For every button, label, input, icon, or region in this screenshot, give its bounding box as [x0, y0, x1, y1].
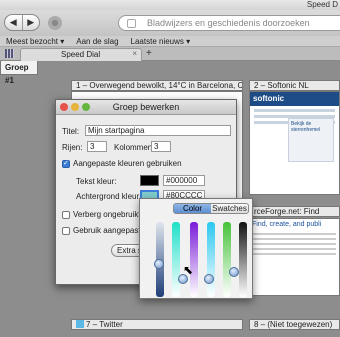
use-custom-checkbox[interactable] — [62, 227, 70, 235]
dial-8-label: 8 – (Niet toegewezen) — [254, 320, 333, 329]
hide-unused-checkbox[interactable] — [62, 211, 70, 219]
green-knob[interactable] — [229, 267, 239, 277]
use-custom-label: Gebruik aangepaste — [73, 226, 146, 235]
blue-slider[interactable] — [207, 222, 215, 297]
dial-7-label: 7 – Twitter — [86, 320, 123, 329]
window-title: Speed D — [306, 0, 338, 9]
dial-2-thumbnail[interactable]: softonic Bekijk de sterrenhemel — [249, 91, 340, 195]
rows-input[interactable]: 3 — [87, 141, 107, 152]
group-tab[interactable]: Groep #1 — [0, 61, 38, 85]
browser-toolbar: ◀ ▶ Bladwijzers en geschiedenis doorzoek… — [0, 10, 340, 36]
custom-colors-checkbox[interactable] — [62, 159, 70, 168]
columns-input[interactable]: 3 — [151, 141, 171, 152]
green-slider[interactable] — [223, 222, 231, 297]
title-label: Titel: — [62, 127, 80, 136]
dial-1-title[interactable]: 1 – Overwegend bewolkt, 14°C in Barcelon… — [71, 80, 243, 91]
tab-label: Speed Dial — [61, 50, 101, 59]
title-input[interactable]: Mijn startpagina — [85, 125, 231, 136]
sourceforge-text: Find, create, and publi — [252, 221, 322, 228]
twitter-icon — [76, 320, 84, 328]
tab-bar: Speed Dial × + — [0, 47, 340, 61]
gray-slider[interactable] — [239, 222, 247, 297]
color-picker-tabs: Color Swatches — [173, 203, 249, 214]
gear-icon[interactable] — [48, 16, 62, 30]
minimize-icon[interactable] — [71, 103, 79, 111]
tab-speed-dial[interactable]: Speed Dial × — [20, 48, 142, 61]
nav-buttons: ◀ ▶ — [4, 14, 40, 31]
page-icon — [127, 19, 136, 28]
text-color-label: Tekst kleur: — [76, 177, 117, 186]
text-color-swatch[interactable] — [140, 175, 159, 186]
dial-3-title[interactable]: rceForge.net: Find — [249, 206, 340, 217]
columns-label: Kolommen — [114, 143, 153, 152]
blue-knob[interactable] — [204, 274, 214, 284]
softonic-logo: softonic — [250, 92, 339, 106]
bookmarks-bar: Meest bezocht ▾ Aan de slag Laatste nieu… — [0, 36, 340, 47]
speed-dial-grid-icon[interactable] — [5, 49, 14, 58]
new-tab-button[interactable]: + — [146, 48, 152, 59]
text-color-input[interactable]: #000000 — [163, 175, 205, 186]
bookmark-laatste-nieuws[interactable]: Laatste nieuws ▾ — [131, 36, 191, 46]
window-titlebar: Speed D — [0, 0, 340, 10]
close-icon[interactable]: × — [132, 49, 137, 58]
softonic-card-text: Bekijk de sterrenhemel — [291, 121, 321, 133]
back-button[interactable]: ◀ — [5, 15, 23, 30]
forward-button[interactable]: ▶ — [23, 15, 40, 30]
color-picker-popup: Color Swatches — [139, 198, 253, 299]
cyan-slider[interactable] — [172, 222, 180, 297]
purple-slider[interactable] — [190, 222, 198, 297]
rows-label: Rijen: — [62, 143, 83, 152]
dialog-title: Groep bewerken — [112, 102, 180, 112]
tab-swatches[interactable]: Swatches — [211, 204, 248, 213]
dial-8-title[interactable]: 8 – (Niet toegewezen) — [249, 319, 340, 330]
dialog-titlebar: Groep bewerken — [56, 100, 236, 115]
softonic-card: Bekijk de sterrenhemel — [288, 118, 334, 162]
dial-2-title[interactable]: 2 – Softonic NL — [249, 80, 340, 91]
url-bar[interactable]: Bladwijzers en geschiedenis doorzoeken — [118, 15, 340, 31]
bookmark-meest-bezocht[interactable]: Meest bezocht ▾ — [6, 36, 64, 46]
window-controls — [60, 103, 90, 111]
dial-7-title[interactable]: 7 – Twitter — [71, 319, 243, 330]
dial-3-thumbnail[interactable]: Find, create, and publi — [249, 218, 340, 296]
bg-color-label: Achtergrond kleur: — [76, 192, 142, 201]
url-placeholder: Bladwijzers en geschiedenis doorzoeken — [147, 18, 310, 28]
brightness-knob[interactable] — [154, 259, 164, 269]
zoom-icon[interactable] — [82, 103, 90, 111]
hide-unused-label: Verberg ongebruikte — [73, 210, 146, 219]
custom-colors-label: Aangepaste kleuren gebruiken — [73, 159, 182, 168]
close-dialog-icon[interactable] — [60, 103, 68, 111]
bookmark-aan-de-slag[interactable]: Aan de slag — [76, 36, 118, 46]
tab-color[interactable]: Color — [174, 204, 211, 213]
mouse-cursor-icon: ⬉ — [183, 263, 194, 277]
